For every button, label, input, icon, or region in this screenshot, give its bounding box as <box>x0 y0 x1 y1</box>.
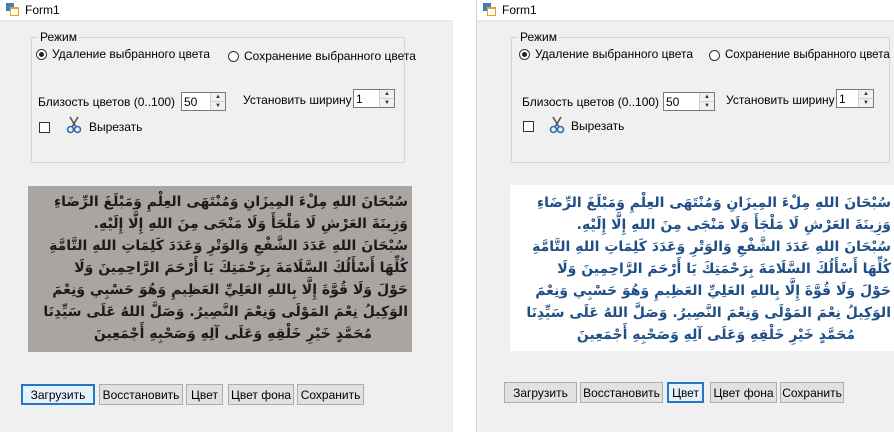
cut-checkbox[interactable] <box>39 122 50 133</box>
restore-button[interactable]: Восстановить <box>580 382 663 403</box>
width-up-button[interactable]: ▲ <box>859 90 873 99</box>
text-line: حَوْلَ وَلَا قُوَّةَ إِلَّا بِاللهِ العَ… <box>535 283 891 299</box>
form-window-left: Form1 Режим Удаление выбранного цвета Со… <box>0 0 453 432</box>
keep-color-radio-label: Сохранение выбранного цвета <box>244 49 416 63</box>
load-button[interactable]: Загрузить <box>504 382 577 403</box>
scissors-icon <box>66 116 82 134</box>
width-input[interactable] <box>837 90 858 107</box>
form-icon <box>483 3 496 16</box>
cut-label: Вырезать <box>89 120 143 134</box>
proximity-spinner[interactable]: ▲ ▼ <box>181 92 226 111</box>
form-window-right: Form1 Режим Удаление выбранного цвета Со… <box>476 0 894 432</box>
bg-color-button[interactable]: Цвет фона <box>228 384 294 405</box>
proximity-spinner[interactable]: ▲ ▼ <box>663 92 715 111</box>
remove-color-radio-indicator[interactable] <box>36 48 47 60</box>
width-input[interactable] <box>354 90 379 107</box>
remove-color-radio[interactable]: Удаление выбранного цвета <box>519 47 693 61</box>
text-line: الوَكِيلُ نِعْمَ المَوْلَى وَنِعْمَ النَ… <box>43 304 408 320</box>
load-button[interactable]: Загрузить <box>21 384 95 405</box>
source-image: سُبْحَانَ اللهِ مِلْءَ المِيزَانِ وَمُنْ… <box>28 186 412 352</box>
save-button[interactable]: Сохранить <box>297 384 364 405</box>
text-line: وَزِينَةَ العَرْشِ لَا مَلْجَأَ وَلَا مَ… <box>93 216 408 232</box>
window-title: Form1 <box>25 3 60 17</box>
text-line: كُلِّهَا أَسْأَلُكَ السَّلَامَةَ بِرَحْم… <box>557 261 891 277</box>
window-gap <box>453 0 476 432</box>
text-line: الوَكِيلُ نِعْمَ المَوْلَى وَنِعْمَ النَ… <box>526 305 891 321</box>
color-button[interactable]: Цвет <box>186 384 223 405</box>
processed-image: سُبْحَانَ اللهِ مِلْءَ المِيزَانِ وَمُنْ… <box>510 185 894 351</box>
proximity-down-button[interactable]: ▼ <box>700 102 714 110</box>
title-bar[interactable]: Form1 <box>0 0 453 21</box>
width-spinner[interactable]: ▲ ▼ <box>836 89 874 108</box>
save-button[interactable]: Сохранить <box>780 382 844 403</box>
proximity-input[interactable] <box>664 93 699 110</box>
remove-color-radio-label: Удаление выбранного цвета <box>52 47 211 61</box>
proximity-up-button[interactable]: ▲ <box>211 93 225 102</box>
mode-group-legend: Режим <box>38 30 79 44</box>
width-label: Установить ширину <box>243 93 352 107</box>
width-spinner[interactable]: ▲ ▼ <box>353 89 395 108</box>
cut-checkbox[interactable] <box>523 121 534 132</box>
keep-color-radio-label: Сохранение выбранного цвета <box>725 49 890 61</box>
text-line: كُلِّهَا أَسْأَلُكَ السَّلَامَةَ بِرَحْم… <box>74 260 408 276</box>
color-button[interactable]: Цвет <box>667 382 704 403</box>
text-line: مُحَمَّدٍ خَيْرِ خَلْقِهِ وَعَلَى آلِهِ … <box>576 327 855 343</box>
cut-label: Вырезать <box>571 119 625 133</box>
proximity-input[interactable] <box>182 93 210 110</box>
width-up-button[interactable]: ▲ <box>380 90 394 99</box>
text-line: سُبْحَانَ اللهِ عَدَدَ الشَّفْعِ وَالوَت… <box>49 238 408 254</box>
restore-button[interactable]: Восстановить <box>99 384 183 405</box>
proximity-label: Близость цветов (0..100) <box>522 95 660 109</box>
proximity-label: Близость цветов (0..100) <box>38 95 176 109</box>
text-line: سُبْحَانَ اللهِ عَدَدَ الشَّفْعِ وَالوَت… <box>532 239 891 255</box>
text-line: سُبْحَانَ اللهِ مِلْءَ المِيزَانِ وَمُنْ… <box>536 195 891 211</box>
keep-color-radio-indicator[interactable] <box>709 49 720 61</box>
keep-color-radio[interactable]: Сохранение выбранного цвета <box>709 49 890 61</box>
remove-color-radio[interactable]: Удаление выбранного цвета <box>36 47 210 61</box>
text-line: وَزِينَةَ العَرْشِ لَا مَلْجَأَ وَلَا مَ… <box>576 217 891 233</box>
window-title: Form1 <box>502 3 537 17</box>
text-line: سُبْحَانَ اللهِ مِلْءَ المِيزَانِ وَمُنْ… <box>53 194 408 210</box>
form-icon <box>6 3 19 16</box>
title-bar[interactable]: Form1 <box>477 0 894 21</box>
bg-color-button[interactable]: Цвет фона <box>710 382 777 403</box>
text-line: مُحَمَّدٍ خَيْرِ خَلْقِهِ وَعَلَى آلِهِ … <box>93 326 372 342</box>
remove-color-radio-label: Удаление выбранного цвета <box>535 47 694 61</box>
remove-color-radio-indicator[interactable] <box>519 48 530 60</box>
text-line: حَوْلَ وَلَا قُوَّةَ إِلَّا بِاللهِ العَ… <box>52 282 408 298</box>
proximity-up-button[interactable]: ▲ <box>700 93 714 102</box>
width-down-button[interactable]: ▼ <box>859 99 873 107</box>
width-label: Установить ширину <box>726 93 835 107</box>
width-down-button[interactable]: ▼ <box>380 99 394 107</box>
scissors-icon <box>549 116 565 134</box>
mode-group-legend: Режим <box>518 30 559 44</box>
proximity-down-button[interactable]: ▼ <box>211 102 225 110</box>
keep-color-radio[interactable]: Сохранение выбранного цвета <box>228 49 416 63</box>
keep-color-radio-indicator[interactable] <box>228 50 239 62</box>
